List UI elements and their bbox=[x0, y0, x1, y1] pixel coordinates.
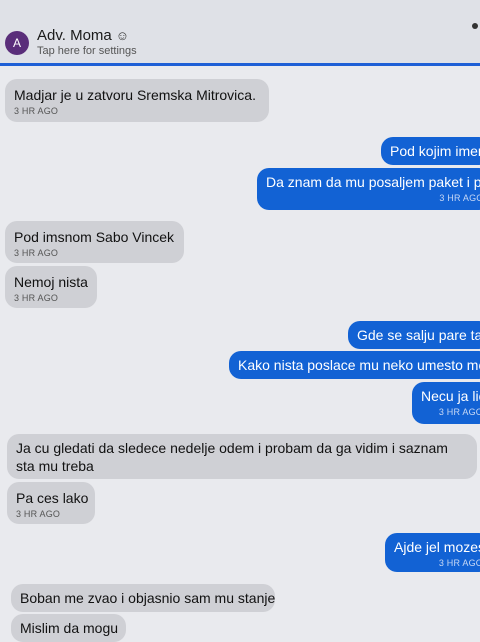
message-incoming[interactable]: Nemoj nista 3 HR AGO bbox=[5, 266, 97, 308]
message-time: 3 HR AGO bbox=[438, 558, 480, 568]
message-text: Kako nista poslace mu neko umesto me bbox=[238, 357, 480, 373]
contact-name-text: Adv. Moma bbox=[37, 27, 112, 44]
message-outgoing[interactable]: Ajde jel mozes 3 HR AGO bbox=[385, 533, 480, 572]
message-time: 3 HR AGO bbox=[14, 293, 59, 303]
camera-dot bbox=[472, 23, 478, 29]
message-list[interactable]: Madjar je u zatvoru Sremska Mitrovica. 3… bbox=[0, 66, 480, 642]
message-incoming[interactable]: Madjar je u zatvoru Sremska Mitrovica. 3… bbox=[5, 79, 269, 122]
avatar[interactable]: A bbox=[5, 31, 29, 55]
message-text: Ja cu gledati da sledece nedelje odem i … bbox=[16, 440, 448, 474]
message-text: Pod imsnom Sabo Vincek bbox=[14, 229, 175, 245]
message-text: Gde se salju pare ta bbox=[357, 327, 480, 343]
message-outgoing[interactable]: Gde se salju pare ta bbox=[348, 321, 480, 349]
message-text: Boban me zvao i objasnio sam mu stanje bbox=[20, 590, 275, 606]
contact-name[interactable]: Adv. Moma ☺ bbox=[37, 27, 129, 44]
conversation-header[interactable]: A Adv. Moma ☺ Tap here for settings bbox=[0, 0, 480, 66]
message-outgoing[interactable]: Da znam da mu posaljem paket i p 3 HR AG… bbox=[257, 168, 480, 210]
message-text: Pa ces lako bbox=[16, 490, 89, 506]
message-text: Madjar je u zatvoru Sremska Mitrovica. bbox=[14, 87, 256, 103]
message-text: Ajde jel mozes bbox=[394, 539, 480, 555]
message-outgoing[interactable]: Kako nista poslace mu neko umesto me bbox=[229, 351, 480, 379]
message-incoming[interactable]: Mislim da mogu bbox=[11, 614, 126, 642]
message-incoming[interactable]: Pod imsnom Sabo Vincek 3 HR AGO bbox=[5, 221, 184, 263]
message-text: Mislim da mogu bbox=[20, 620, 119, 636]
message-time: 3 HR AGO bbox=[14, 106, 59, 116]
message-time: 3 HR AGO bbox=[438, 407, 480, 417]
message-outgoing[interactable]: Pod kojim imen bbox=[381, 137, 480, 165]
message-text: Necu ja lic bbox=[421, 388, 480, 404]
message-time: 3 HR AGO bbox=[16, 509, 61, 519]
settings-hint[interactable]: Tap here for settings bbox=[37, 45, 137, 57]
message-text: Da znam da mu posaljem paket i p bbox=[266, 174, 480, 190]
message-time: 3 HR AGC bbox=[439, 193, 480, 203]
message-incoming[interactable]: Ja cu gledati da sledece nedelje odem i … bbox=[7, 434, 477, 479]
at-icon: ☺ bbox=[115, 28, 130, 43]
message-time: 3 HR AGO bbox=[14, 248, 59, 258]
message-incoming[interactable]: Boban me zvao i objasnio sam mu stanje bbox=[11, 584, 275, 612]
message-text: Nemoj nista bbox=[14, 274, 88, 290]
message-text: Pod kojim imen bbox=[390, 143, 480, 159]
message-outgoing[interactable]: Necu ja lic 3 HR AGO bbox=[412, 382, 480, 424]
message-incoming[interactable]: Pa ces lako 3 HR AGO bbox=[7, 482, 95, 524]
